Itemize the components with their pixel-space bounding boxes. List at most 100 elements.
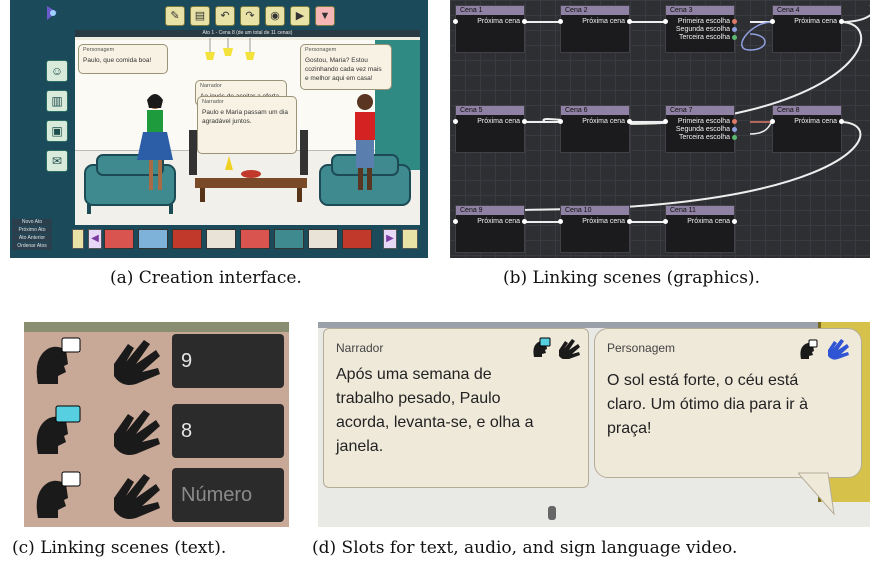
output-port[interactable] xyxy=(732,219,737,224)
scene-node[interactable]: Cena 11 Próxima cena xyxy=(663,205,737,253)
scene-thumbnail[interactable] xyxy=(308,229,338,249)
caption-d: (d) Slots for text, audio, and sign lang… xyxy=(312,538,738,558)
output-port[interactable] xyxy=(732,119,737,124)
node-output-label: Próxima cena xyxy=(794,118,837,125)
output-port[interactable] xyxy=(522,19,527,24)
speech-head-icon[interactable] xyxy=(28,334,84,388)
creation-interface-panel: ✎ ▤ ↶ ↷ ◉ ▶ ▼ ☺ ▥ ▣ ✉ Ato 1 - Cena 8 (de… xyxy=(10,0,428,258)
output-port[interactable] xyxy=(627,119,632,124)
redo-button[interactable]: ↷ xyxy=(240,6,260,26)
speech-head-icon[interactable] xyxy=(28,468,84,522)
input-port[interactable] xyxy=(453,219,458,224)
timeline-edit-button[interactable] xyxy=(402,229,418,249)
app-logo-icon xyxy=(44,4,60,22)
output-port[interactable] xyxy=(839,19,844,24)
output-port[interactable] xyxy=(839,119,844,124)
input-port[interactable] xyxy=(663,119,668,124)
object-tool-button[interactable]: ▣ xyxy=(46,120,68,142)
background-tool-button[interactable]: ▥ xyxy=(46,90,68,112)
sign-language-icon[interactable] xyxy=(108,404,168,456)
character-text-line: O sol está forte, o céu está xyxy=(607,372,799,389)
handle xyxy=(548,506,556,520)
output-port[interactable] xyxy=(627,219,632,224)
output-port[interactable] xyxy=(627,19,632,24)
output-port[interactable] xyxy=(732,135,737,140)
input-port[interactable] xyxy=(558,19,563,24)
scene-thumbnail[interactable] xyxy=(240,229,270,249)
input-port[interactable] xyxy=(770,19,775,24)
order-acts-button[interactable]: Ordenar Atos xyxy=(12,243,52,250)
scene-thumbnail[interactable] xyxy=(274,229,304,249)
scene-node[interactable]: Cena 2 Próxima cena xyxy=(558,5,632,53)
scene-thumbnail[interactable] xyxy=(104,229,134,249)
input-port[interactable] xyxy=(663,219,668,224)
sign-language-icon[interactable] xyxy=(556,337,582,359)
speech-head-icon[interactable] xyxy=(530,337,552,359)
next-act-button[interactable]: Próximo Ato xyxy=(12,227,52,234)
new-act-button[interactable]: Novo Ato xyxy=(12,219,52,226)
scene-node-title: Cena 6 xyxy=(561,106,629,115)
scene-node[interactable]: Cena 1 Próxima cena xyxy=(453,5,527,53)
output-port[interactable] xyxy=(732,27,737,32)
narrator-slot[interactable]: Narrador Após uma semana de trabalho pes… xyxy=(323,328,589,488)
scene-number-field[interactable]: 9 xyxy=(172,334,284,388)
dialog-tool-button[interactable]: ✉ xyxy=(46,150,68,172)
output-port[interactable] xyxy=(522,219,527,224)
record-button[interactable]: ◉ xyxy=(265,6,285,26)
input-port[interactable] xyxy=(453,119,458,124)
node-output-label: Segunda escolha xyxy=(675,26,730,33)
scene-thumbnail[interactable] xyxy=(172,229,202,249)
scene-node-title: Cena 2 xyxy=(561,6,629,15)
timeline-tool-button[interactable] xyxy=(72,229,84,249)
timeline-next-button[interactable]: ▶ xyxy=(383,229,397,249)
scene-thumbnail[interactable] xyxy=(342,229,372,249)
play-button[interactable]: ▶ xyxy=(290,6,310,26)
character-tool-button[interactable]: ☺ xyxy=(46,60,68,82)
scene-node[interactable]: Cena 7 Primeira escolha Segunda escolha Ter… xyxy=(663,105,737,153)
scene-canvas[interactable]: Ato 1 - Cena 8 (de um total de 11 cenas) xyxy=(75,30,420,225)
input-port[interactable] xyxy=(558,219,563,224)
scene-node-title: Cena 5 xyxy=(456,106,524,115)
node-output-label: Próxima cena xyxy=(687,218,730,225)
previous-act-button[interactable]: Ato Anterior xyxy=(12,235,52,242)
narrator-text-line: janela. xyxy=(336,438,384,455)
narrator-bubble-front[interactable]: Narrador Paulo e Maria passam um dia agr… xyxy=(197,96,297,154)
save-button[interactable]: ▤ xyxy=(190,6,210,26)
scene-node[interactable]: Cena 10 Próxima cena xyxy=(558,205,632,253)
input-port[interactable] xyxy=(663,19,668,24)
scene-node[interactable]: Cena 5 Próxima cena xyxy=(453,105,527,153)
scene-node[interactable]: Cena 3 Primeira escolha Segunda escolha Ter… xyxy=(663,5,737,53)
narrator-text-line: acorda, levanta-se, e olha a xyxy=(336,414,534,431)
output-port[interactable] xyxy=(732,19,737,24)
sign-language-icon[interactable] xyxy=(108,334,168,386)
new-scene-button[interactable]: ✎ xyxy=(165,6,185,26)
timeline-prev-button[interactable]: ◀ xyxy=(88,229,102,249)
scene-thumbnail[interactable] xyxy=(138,229,168,249)
sign-language-icon[interactable] xyxy=(825,337,851,361)
scene-node[interactable]: Cena 8 Próxima cena xyxy=(770,105,844,153)
node-output-label: Próxima cena xyxy=(582,18,625,25)
input-port[interactable] xyxy=(770,119,775,124)
speech-head-icon[interactable] xyxy=(797,339,819,361)
output-port[interactable] xyxy=(732,35,737,40)
input-port[interactable] xyxy=(453,19,458,24)
character-slot[interactable]: Personagem O sol está forte, o céu está … xyxy=(594,328,862,478)
node-output-label: Segunda escolha xyxy=(675,126,730,133)
output-port[interactable] xyxy=(522,119,527,124)
node-output-label: Próxima cena xyxy=(794,18,837,25)
scene-thumbnail[interactable] xyxy=(206,229,236,249)
input-port[interactable] xyxy=(558,119,563,124)
dialog-bubble-left[interactable]: Personagem Paulo, que comida boa! xyxy=(78,44,168,74)
scene-node[interactable]: Cena 6 Próxima cena xyxy=(558,105,632,153)
scene-number-field[interactable]: 8 xyxy=(172,404,284,458)
delete-button[interactable]: ▼ xyxy=(315,6,335,26)
sign-language-icon[interactable] xyxy=(108,468,168,520)
scene-node[interactable]: Cena 9 Próxima cena xyxy=(453,205,527,253)
output-port[interactable] xyxy=(732,127,737,132)
dialog-bubble-right[interactable]: Personagem Gostou, Maria? Estou cozinhan… xyxy=(300,44,392,90)
undo-button[interactable]: ↶ xyxy=(215,6,235,26)
scene-number-field[interactable]: Número xyxy=(172,468,284,522)
speech-head-icon[interactable] xyxy=(28,404,84,458)
scene-node[interactable]: Cena 4 Próxima cena xyxy=(770,5,844,53)
node-graph-panel[interactable]: Cena 1 Próxima cena Cena 2 Próxima cena Cena… xyxy=(450,0,870,258)
